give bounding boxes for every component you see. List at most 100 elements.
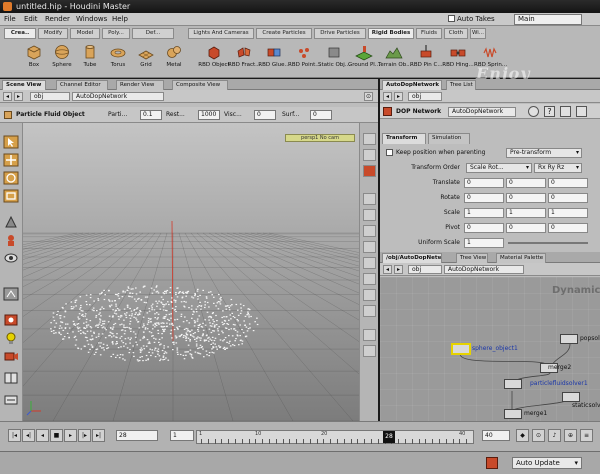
global-anim-icon[interactable]: ⊕: [564, 429, 577, 442]
move-tool-icon[interactable]: [3, 153, 19, 167]
rotate-x-field[interactable]: 0: [464, 193, 504, 203]
surface-tension-field[interactable]: 0: [310, 110, 332, 120]
tab-material-palette[interactable]: Material Palette: [496, 253, 546, 263]
lighting-icon[interactable]: [363, 305, 376, 317]
keyframe-icon[interactable]: ◆: [516, 429, 529, 442]
hull-display-icon[interactable]: [363, 273, 376, 285]
update-indicator-icon[interactable]: [486, 457, 498, 469]
viscosity-field[interactable]: 0: [254, 110, 276, 120]
3d-viewport[interactable]: persp1 No cam: [23, 123, 359, 421]
view-frame-icon[interactable]: [363, 345, 376, 357]
ghost-icon[interactable]: [363, 165, 376, 177]
tab-tree-view[interactable]: Tree View: [456, 253, 488, 263]
tab-composite-view[interactable]: Composite View: [172, 80, 228, 90]
shelf-tab-cloth[interactable]: Cloth: [444, 28, 468, 39]
pivot-x-field[interactable]: 0: [464, 223, 504, 233]
handle-tool-icon[interactable]: [3, 215, 19, 229]
tool-metaball[interactable]: Metal: [158, 42, 190, 76]
tool-terrain-object[interactable]: Terrain Ob...: [378, 42, 411, 76]
forward-arrow-icon[interactable]: ▸: [394, 92, 403, 101]
tool-rbd-hinge[interactable]: RBD Hing...: [442, 42, 474, 76]
shelf-tab-drive-particles[interactable]: Drive Particles: [314, 28, 366, 39]
shelf-tab-deform[interactable]: Def...: [132, 28, 174, 39]
uv-display-icon[interactable]: [363, 257, 376, 269]
tab-transform[interactable]: Transform: [382, 133, 426, 144]
play-forward-icon[interactable]: ▸: [64, 429, 77, 442]
shelf-tab-rigid-bodies[interactable]: Rigid Bodies: [368, 28, 414, 39]
network-name-field[interactable]: AutoDopNetwork: [444, 265, 524, 274]
shelf-tab-fluids[interactable]: Fluids: [416, 28, 442, 39]
tab-channel-editor[interactable]: Channel Editor: [56, 80, 108, 90]
step-field[interactable]: 1: [170, 430, 194, 441]
rest-density-field[interactable]: 1000: [198, 110, 220, 120]
audio-icon[interactable]: ♪: [548, 429, 561, 442]
playhead[interactable]: 28: [383, 431, 395, 443]
pose-tool-icon[interactable]: [3, 233, 19, 247]
tool-rbd-glue[interactable]: RBD Glue...: [258, 42, 290, 76]
desktop-select[interactable]: Main: [514, 14, 582, 25]
node-popsolver[interactable]: [560, 334, 578, 344]
start-frame-field[interactable]: 28: [116, 430, 158, 441]
update-mode-menu[interactable]: Auto Update: [512, 457, 582, 469]
pane-split-icon[interactable]: [3, 371, 19, 385]
tool-ground-plane[interactable]: Ground Pl...: [348, 42, 380, 76]
translate-x-field[interactable]: 0: [464, 178, 504, 188]
backface-icon[interactable]: [363, 289, 376, 301]
param-path-field[interactable]: obj: [408, 92, 442, 101]
primitive-numbers-icon[interactable]: [363, 225, 376, 237]
shelf-tab-wire[interactable]: Wi...: [470, 28, 486, 39]
scale-y-field[interactable]: 1: [506, 208, 546, 218]
locate-icon[interactable]: [560, 106, 571, 117]
pointer-tool-icon[interactable]: [4, 111, 12, 119]
tab-render-view[interactable]: Render View: [116, 80, 164, 90]
shelf-tab-poly[interactable]: Poly...: [102, 28, 130, 39]
tab-autodopnetwork[interactable]: AutoDopNetwork: [382, 80, 442, 90]
transform-order-menu[interactable]: Scale Rot...: [466, 163, 532, 173]
menu-render[interactable]: Render: [45, 15, 70, 23]
translate-y-field[interactable]: 0: [506, 178, 546, 188]
scale-tool-icon[interactable]: [3, 189, 19, 203]
wireframe-icon[interactable]: [363, 149, 376, 161]
auto-takes-toggle[interactable]: Auto Takes: [448, 14, 512, 24]
auto-takes-checkbox[interactable]: [448, 15, 455, 22]
back-arrow-icon[interactable]: ◂: [383, 92, 392, 101]
network-editor[interactable]: Dynamics popsolver sphere_object1 merge2…: [380, 277, 600, 421]
menu-file[interactable]: File: [4, 15, 16, 23]
shelf-tab-lights-cameras[interactable]: Lights And Cameras: [188, 28, 254, 39]
rotate-y-field[interactable]: 0: [506, 193, 546, 203]
stop-icon[interactable]: ■: [50, 429, 63, 442]
expand-icon[interactable]: [576, 106, 587, 117]
camera-menu[interactable]: persp1 No cam: [285, 134, 355, 142]
node-sphere-object1[interactable]: [452, 344, 470, 354]
tab-network-path[interactable]: /obj/AutoDopNetwork: [382, 253, 442, 263]
display-options-icon[interactable]: [3, 393, 19, 407]
jump-start-icon[interactable]: |◂: [8, 429, 21, 442]
end-frame-field[interactable]: 40: [482, 430, 510, 441]
gear-icon[interactable]: [528, 106, 539, 117]
pre-transform-menu[interactable]: Pre-transform: [506, 148, 582, 158]
shelf-tab-create[interactable]: Crea..: [4, 28, 36, 39]
light-tool-icon[interactable]: [3, 331, 19, 345]
view-home-icon[interactable]: [363, 329, 376, 341]
back-arrow-icon[interactable]: ◂: [383, 265, 392, 274]
points-display-icon[interactable]: [363, 193, 376, 205]
menu-windows[interactable]: Windows: [76, 15, 107, 23]
snap-tool-icon[interactable]: [3, 287, 19, 301]
anim-options-icon[interactable]: ≡: [580, 429, 593, 442]
help-icon[interactable]: ?: [544, 106, 555, 117]
node-particlefluidsolver1[interactable]: [504, 379, 522, 389]
pin-icon[interactable]: ⊙: [364, 92, 373, 101]
timeline-ruler[interactable]: 1 10 20 30 40 28: [196, 430, 474, 444]
node-name-field[interactable]: AutoDopNetwork: [448, 107, 516, 117]
rotate-z-field[interactable]: 0: [548, 193, 588, 203]
shelf-tab-create-particles[interactable]: Create Particles: [256, 28, 312, 39]
jump-end-icon[interactable]: ▸|: [92, 429, 105, 442]
keep-position-checkbox[interactable]: [386, 149, 393, 156]
network-path-field[interactable]: obj: [408, 265, 442, 274]
tool-static-object[interactable]: Static Obj...: [318, 42, 350, 76]
tool-rbd-object[interactable]: RBD Object: [198, 42, 230, 76]
pivot-y-field[interactable]: 0: [506, 223, 546, 233]
uniform-scale-field[interactable]: 1: [464, 238, 504, 248]
scale-x-field[interactable]: 1: [464, 208, 504, 218]
scene-path-field[interactable]: obj: [30, 92, 70, 101]
